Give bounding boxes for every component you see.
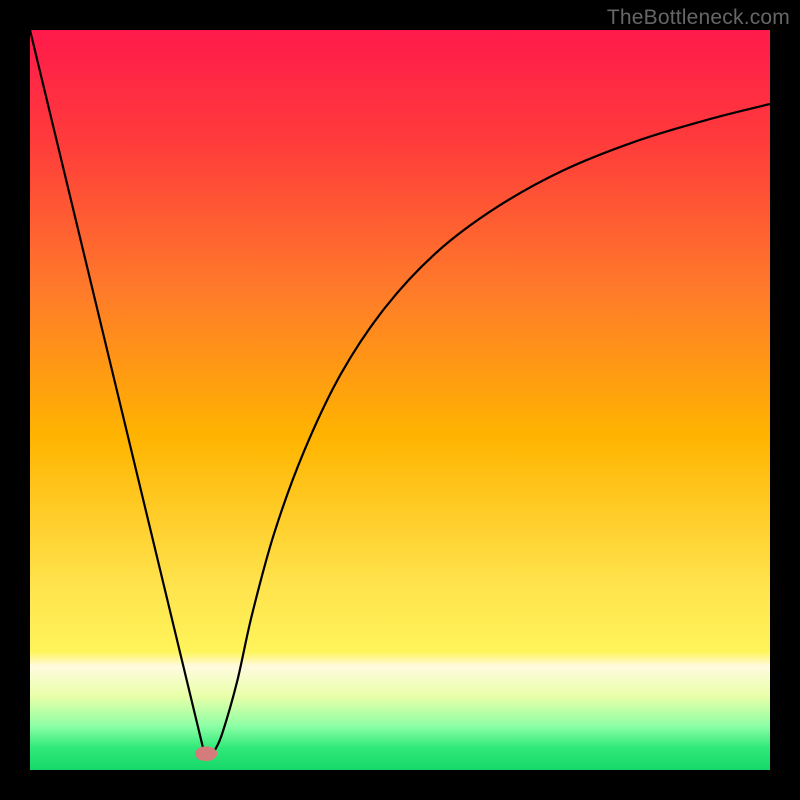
chart-svg: [30, 30, 770, 770]
minimum-marker: [195, 746, 217, 761]
chart-container: TheBottleneck.com: [0, 0, 800, 800]
plot-area: [30, 30, 770, 770]
gradient-background: [30, 30, 770, 770]
attribution-text: TheBottleneck.com: [607, 6, 790, 30]
